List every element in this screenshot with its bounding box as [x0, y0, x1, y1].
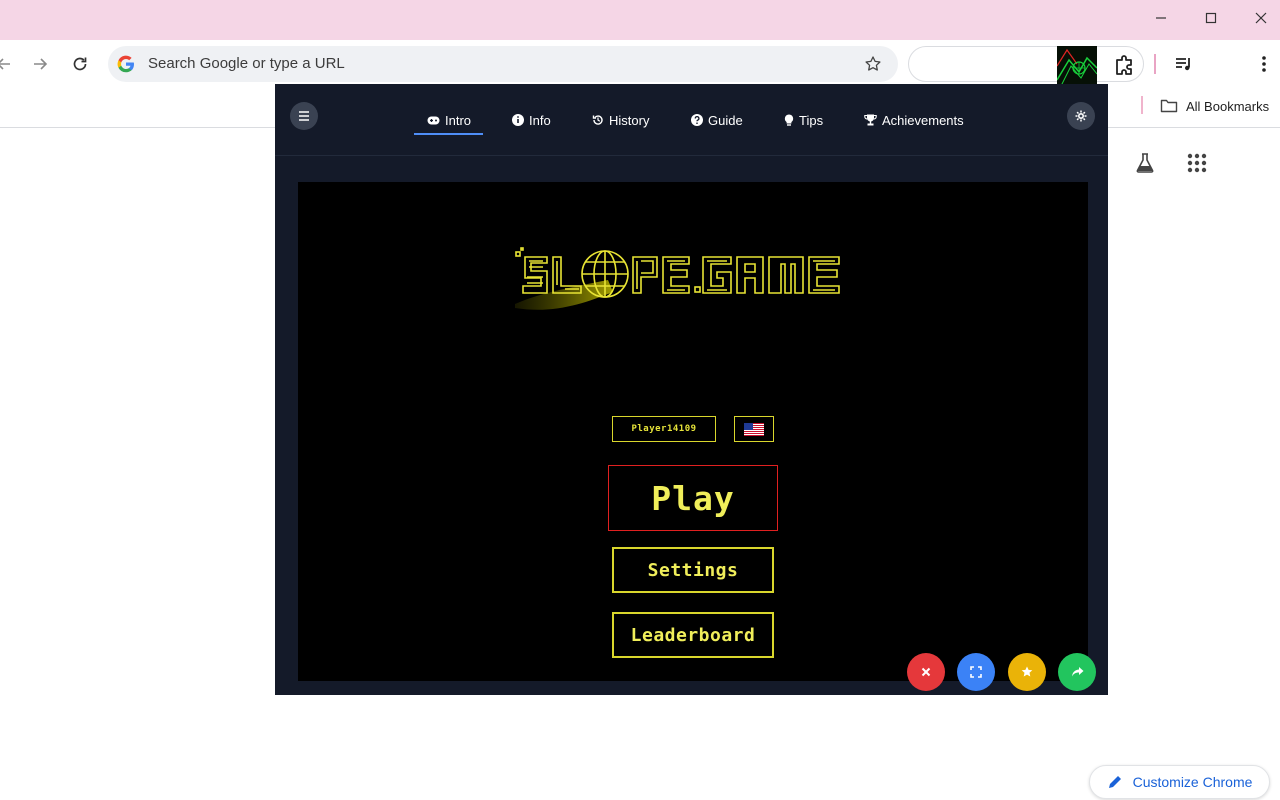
browser-window: Search Google or type a URL All Bookmark…	[0, 0, 1280, 800]
maximize-button[interactable]	[1186, 0, 1236, 36]
tab-info[interactable]: Info	[512, 106, 551, 134]
toolbar-separator	[1154, 54, 1156, 74]
tab-achievements-label: Achievements	[882, 112, 964, 128]
tab-intro-label: Intro	[445, 112, 472, 128]
title-bar	[0, 0, 1280, 40]
all-bookmarks-label: All Bookmarks	[1186, 98, 1270, 114]
extensions-puzzle-icon[interactable]	[1112, 52, 1138, 78]
google-apps-icon[interactable]	[1185, 151, 1209, 175]
arrow-right-icon	[34, 58, 48, 70]
maximize-icon	[1205, 12, 1217, 24]
back-button[interactable]	[0, 50, 18, 78]
settings-button[interactable]: Settings	[612, 547, 774, 593]
settings-gear-button[interactable]	[1067, 102, 1095, 130]
gamepad-icon	[427, 116, 440, 124]
extension-thumbnail[interactable]	[1057, 46, 1097, 86]
game-canvas[interactable]: Player14109 Play Settings Leaderboard	[298, 182, 1088, 681]
pencil-icon	[1108, 776, 1121, 788]
player-name-field[interactable]: Player14109	[612, 416, 716, 442]
tab-guide[interactable]: Guide	[691, 106, 743, 134]
google-g-icon	[117, 55, 134, 73]
history-icon	[592, 115, 603, 125]
slope-game-thumbnail-icon	[1057, 46, 1097, 86]
reload-icon	[73, 57, 87, 71]
slope-game-logo	[515, 247, 840, 310]
extension-field[interactable]	[908, 46, 1144, 82]
hamburger-icon	[299, 111, 309, 121]
us-flag-icon	[744, 422, 764, 436]
reload-button[interactable]	[66, 50, 94, 78]
tab-history[interactable]: History	[592, 106, 649, 134]
omnibox[interactable]: Search Google or type a URL	[108, 46, 898, 82]
share-button[interactable]	[1058, 653, 1096, 691]
share-icon	[1071, 667, 1083, 677]
tab-intro[interactable]: Intro	[427, 106, 471, 134]
omnibox-placeholder: Search Google or type a URL	[148, 55, 345, 72]
tab-info-label: Info	[529, 112, 551, 128]
favorite-button[interactable]	[1008, 653, 1046, 691]
forward-button[interactable]	[26, 50, 54, 78]
tab-history-label: History	[609, 112, 650, 128]
tab-tips[interactable]: Tips	[784, 106, 823, 134]
tab-guide-label: Guide	[708, 112, 743, 128]
game-panel: Intro Info History Guide Tips Achievemen…	[275, 84, 1108, 695]
fullscreen-button[interactable]	[957, 653, 995, 691]
info-icon	[512, 114, 524, 126]
chrome-menu-button[interactable]	[1252, 52, 1276, 76]
tab-achievements[interactable]: Achievements	[864, 106, 964, 134]
minimize-icon	[1156, 17, 1166, 19]
close-icon	[921, 667, 931, 677]
bookmark-star-icon[interactable]	[864, 55, 882, 73]
media-queue-icon	[1176, 58, 1190, 71]
bookmarks-separator	[1141, 96, 1143, 114]
fullscreen-icon	[970, 666, 982, 678]
active-tab-indicator	[414, 133, 483, 135]
kebab-menu-icon	[1262, 56, 1266, 72]
close-icon	[1255, 12, 1267, 24]
chrome-labs-icon[interactable]	[1133, 151, 1157, 175]
leaderboard-button[interactable]: Leaderboard	[612, 612, 774, 658]
menu-toggle-button[interactable]	[290, 102, 318, 130]
arrow-left-icon	[0, 58, 10, 70]
gear-icon	[1075, 110, 1087, 122]
lightbulb-icon	[784, 114, 794, 126]
star-icon	[1021, 666, 1033, 677]
customize-chrome-button[interactable]: Customize Chrome	[1089, 765, 1270, 799]
country-selector[interactable]	[734, 416, 774, 442]
all-bookmarks-button[interactable]: All Bookmarks	[1160, 96, 1269, 116]
close-game-button[interactable]	[907, 653, 945, 691]
folder-icon	[1160, 99, 1178, 113]
game-nav-bar: Intro Info History Guide Tips Achievemen…	[275, 84, 1108, 156]
close-window-button[interactable]	[1236, 0, 1280, 36]
media-control-button[interactable]	[1172, 52, 1196, 76]
play-button[interactable]: Play	[608, 465, 778, 531]
question-icon	[691, 114, 703, 126]
trophy-icon	[864, 114, 877, 126]
tab-tips-label: Tips	[799, 112, 824, 128]
customize-chrome-label: Customize Chrome	[1132, 774, 1253, 790]
minimize-button[interactable]	[1136, 0, 1186, 36]
